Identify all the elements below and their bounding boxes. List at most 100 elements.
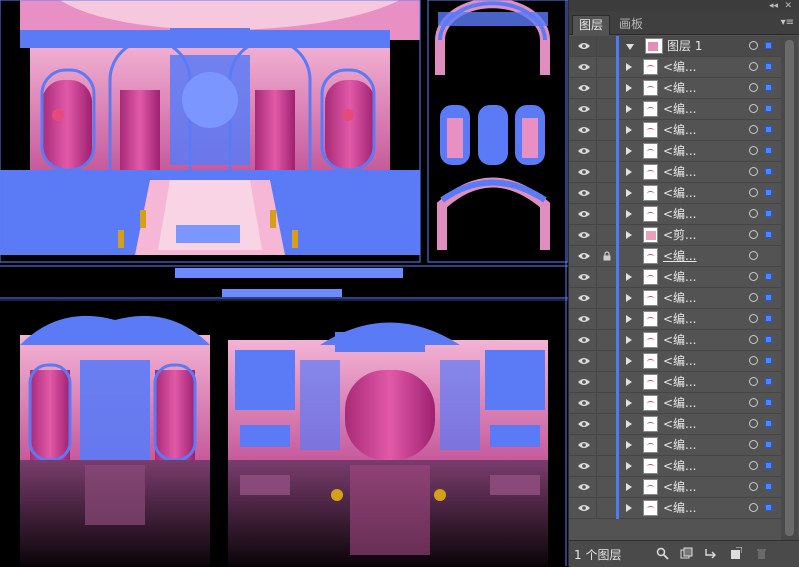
selection-indicator[interactable] [765,210,772,217]
selection-indicator[interactable] [765,441,772,448]
eye-icon[interactable] [578,441,590,449]
close-panel-icon[interactable]: ✕ [784,0,792,12]
layer-name[interactable]: <编... [663,144,697,159]
layer-row[interactable]: <编... [569,141,781,162]
eye-icon[interactable] [578,504,590,512]
expand-triangle-icon[interactable] [626,105,632,113]
lock-icon[interactable] [602,251,612,261]
eye-icon[interactable] [578,483,590,491]
selection-indicator[interactable] [765,189,772,196]
layer-row[interactable]: <编... [569,351,781,372]
trash-icon[interactable] [755,547,768,560]
layer-row[interactable]: <剪... [569,225,781,246]
selection-indicator[interactable] [765,483,772,490]
panel-menu-icon[interactable]: ▾≡ [781,17,794,28]
selection-indicator[interactable] [765,273,772,280]
expand-triangle-icon[interactable] [626,63,632,71]
layer-name[interactable]: <编... [663,312,697,327]
target-circle-icon[interactable] [749,41,758,50]
eye-icon[interactable] [578,357,590,365]
layer-name[interactable]: <编... [663,123,697,138]
target-circle-icon[interactable] [749,314,758,323]
expand-triangle-icon[interactable] [626,147,632,155]
new-layer-icon[interactable] [729,547,742,560]
expand-triangle-icon[interactable] [626,126,632,134]
target-circle-icon[interactable] [749,230,758,239]
target-circle-icon[interactable] [749,146,758,155]
selection-indicator[interactable] [765,294,772,301]
eye-icon[interactable] [578,189,590,197]
target-circle-icon[interactable] [749,398,758,407]
expand-triangle-icon[interactable] [626,189,632,197]
expand-triangle-icon[interactable] [626,483,632,491]
selection-indicator[interactable] [765,504,772,511]
layer-row[interactable]: <编... [569,267,781,288]
layer-name[interactable]: <编... [663,270,697,285]
eye-icon[interactable] [578,168,590,176]
expand-triangle-icon[interactable] [626,168,632,176]
layer-row[interactable]: <编... [569,477,781,498]
layer-name[interactable]: <编... [663,375,697,390]
eye-icon[interactable] [578,378,590,386]
layer-name[interactable]: <编... [663,81,697,96]
expand-triangle-icon[interactable] [626,273,632,281]
search-icon[interactable] [656,547,669,560]
expand-triangle-icon[interactable] [626,294,632,302]
layer-row[interactable]: <编... [569,435,781,456]
expand-triangle-icon[interactable] [626,420,632,428]
layer-row[interactable]: <编... [569,246,781,267]
target-circle-icon[interactable] [749,104,758,113]
layer-name[interactable]: <编... [663,354,697,369]
eye-icon[interactable] [578,210,590,218]
layer-name[interactable]: <编... [663,60,697,75]
eye-icon[interactable] [578,42,590,50]
layer-name[interactable]: <编... [663,207,697,222]
selection-indicator[interactable] [765,42,772,49]
layer-row[interactable]: <编... [569,120,781,141]
selection-indicator[interactable] [765,63,772,70]
target-circle-icon[interactable] [749,440,758,449]
target-circle-icon[interactable] [749,272,758,281]
layer-row[interactable]: <编... [569,183,781,204]
target-circle-icon[interactable] [749,83,758,92]
selection-indicator[interactable] [765,84,772,91]
target-circle-icon[interactable] [749,293,758,302]
layer-name[interactable]: <编... [663,459,697,474]
target-circle-icon[interactable] [749,62,758,71]
selection-indicator[interactable] [765,336,772,343]
eye-icon[interactable] [578,336,590,344]
selection-indicator[interactable] [765,231,772,238]
layer-row[interactable]: <编... [569,309,781,330]
expand-triangle-icon[interactable] [626,210,632,218]
selection-indicator[interactable] [765,378,772,385]
layer-row[interactable]: <编... [569,57,781,78]
eye-icon[interactable] [578,231,590,239]
eye-icon[interactable] [578,84,590,92]
expand-triangle-icon[interactable] [626,399,632,407]
selection-indicator[interactable] [765,357,772,364]
eye-icon[interactable] [578,273,590,281]
eye-icon[interactable] [578,315,590,323]
layer-name[interactable]: <编... [663,438,697,453]
layer-name[interactable]: <编... [663,501,697,516]
eye-icon[interactable] [578,420,590,428]
selection-indicator[interactable] [765,126,772,133]
selection-indicator[interactable] [765,105,772,112]
make-clipping-mask-icon[interactable] [680,547,693,560]
selection-indicator[interactable] [765,315,772,322]
target-circle-icon[interactable] [749,461,758,470]
layer-row[interactable]: <编... [569,393,781,414]
layer-name[interactable]: <编... [663,102,697,117]
layer-row[interactable]: <编... [569,78,781,99]
target-circle-icon[interactable] [749,377,758,386]
expand-triangle-icon[interactable] [626,378,632,386]
eye-icon[interactable] [578,399,590,407]
selection-indicator[interactable] [765,399,772,406]
tab-layers[interactable]: 图层 [572,15,611,35]
expand-triangle-icon[interactable] [626,336,632,344]
target-circle-icon[interactable] [749,356,758,365]
layer-row[interactable]: <编... [569,414,781,435]
layer-row[interactable]: <编... [569,456,781,477]
layer-row[interactable]: <编... [569,372,781,393]
tab-artboards[interactable]: 画板 [613,15,649,34]
